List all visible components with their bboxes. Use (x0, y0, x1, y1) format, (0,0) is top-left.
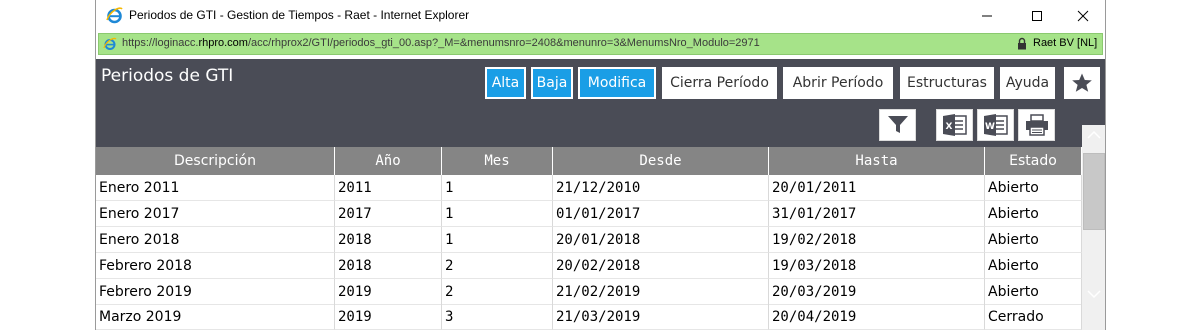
lock-icon (1018, 37, 1026, 50)
baja-button[interactable]: Baja (531, 67, 573, 99)
ayuda-button[interactable]: Ayuda (1000, 67, 1055, 99)
cierra-periodo-button[interactable]: Cierra Período (662, 67, 777, 99)
cell-mes: 2 (442, 253, 553, 279)
cell-desde: 21/03/2019 (553, 304, 769, 330)
cell-estado: Abierto (985, 175, 1082, 201)
cell-descripcion: Enero 2018 (96, 227, 335, 253)
cell-hasta: 31/01/2017 (769, 201, 985, 227)
cell-ano: 2018 (335, 253, 442, 279)
filter-button[interactable] (879, 109, 916, 141)
table-row[interactable]: Enero 2018 2018 1 20/01/2018 19/02/2018 … (96, 227, 1082, 253)
table-row[interactable]: Marzo 2019 2019 3 21/03/2019 20/04/2019 … (96, 304, 1082, 330)
certificate-label[interactable]: Raet BV [NL] (1033, 37, 1097, 49)
cell-descripcion: Enero 2017 (96, 201, 335, 227)
filter-icon (887, 116, 908, 133)
cell-mes: 1 (442, 201, 553, 227)
browser-window: Periodos de GTI - Gestion de Tiempos - R… (95, 0, 1106, 330)
word-export-button[interactable]: W (977, 109, 1014, 141)
url-path: /acc/rhprox2/GTI/periodos_gti_00.asp?_M=… (247, 37, 760, 49)
table-row[interactable]: Febrero 2018 2018 2 20/02/2018 19/03/201… (96, 253, 1082, 279)
cell-hasta: 20/03/2019 (769, 279, 985, 305)
cell-estado: Abierto (985, 227, 1082, 253)
url-domain: rhpro.com (198, 37, 248, 49)
column-header-ano[interactable]: Año (335, 147, 442, 175)
cell-mes: 3 (442, 304, 553, 330)
close-icon (1077, 10, 1089, 21)
alta-button[interactable]: Alta (485, 67, 526, 99)
cell-hasta: 19/03/2018 (769, 253, 985, 279)
cell-estado: Abierto (985, 253, 1082, 279)
cell-ano: 2019 (335, 304, 442, 330)
cell-ano: 2019 (335, 279, 442, 305)
cell-hasta: 19/02/2018 (769, 227, 985, 253)
cell-descripcion: Febrero 2018 (96, 253, 335, 279)
word-export-icon: W (983, 114, 1008, 136)
page-title: Periodos de GTI (101, 66, 234, 86)
cell-mes: 2 (442, 279, 553, 305)
address-bar[interactable]: https://loginacc.rhpro.com/acc/rhprox2/G… (98, 33, 1103, 55)
cell-estado: Abierto (985, 201, 1082, 227)
column-header-descripcion[interactable]: Descripción (96, 147, 335, 175)
modifica-button[interactable]: Modifica (578, 67, 656, 99)
cell-mes: 1 (442, 175, 553, 201)
table-row[interactable]: Enero 2011 2011 1 21/12/2010 20/01/2011 … (96, 175, 1082, 201)
estructuras-button[interactable]: Estructuras (900, 67, 994, 99)
maximize-icon (1032, 10, 1042, 21)
excel-export-icon: X (942, 114, 967, 136)
cell-desde: 20/02/2018 (553, 253, 769, 279)
cell-ano: 2018 (335, 227, 442, 253)
cell-desde: 20/01/2018 (553, 227, 769, 253)
svg-text:X: X (945, 122, 952, 132)
cell-ano: 2011 (335, 175, 442, 201)
cell-estado: Cerrado (985, 304, 1082, 330)
table-header: Descripción Año Mes Desde Hasta Estado (96, 147, 1082, 175)
internet-explorer-icon (106, 7, 123, 24)
column-header-mes[interactable]: Mes (442, 147, 553, 175)
star-icon (1072, 73, 1092, 92)
chevron-up-icon[interactable] (1086, 129, 1102, 141)
cell-desde: 01/01/2017 (553, 201, 769, 227)
vertical-scrollbar[interactable] (1082, 125, 1105, 330)
print-icon (1025, 114, 1048, 136)
column-header-estado[interactable]: Estado (985, 147, 1082, 175)
cell-hasta: 20/04/2019 (769, 304, 985, 330)
cell-estado: Abierto (985, 279, 1082, 305)
table-row[interactable]: Febrero 2019 2019 2 21/02/2019 20/03/201… (96, 279, 1082, 305)
window-title: Periodos de GTI - Gestion de Tiempos - R… (129, 8, 470, 22)
scrollbar-thumb[interactable] (1083, 153, 1105, 230)
print-button[interactable] (1018, 109, 1055, 141)
table-row[interactable]: Enero 2017 2017 1 01/01/2017 31/01/2017 … (96, 201, 1082, 227)
cell-descripcion: Febrero 2019 (96, 279, 335, 305)
maximize-button[interactable] (1014, 0, 1060, 31)
cell-mes: 1 (442, 227, 553, 253)
cell-hasta: 20/01/2011 (769, 175, 985, 201)
url-prefix: https://loginacc. (122, 37, 199, 49)
url-text: https://loginacc.rhpro.com/acc/rhprox2/G… (122, 37, 760, 49)
excel-export-button[interactable]: X (936, 109, 973, 141)
page-icon (103, 37, 117, 50)
favorite-button[interactable] (1064, 67, 1100, 99)
abrir-periodo-button[interactable]: Abrir Período (783, 67, 893, 99)
column-header-desde[interactable]: Desde (553, 147, 769, 175)
chevron-down-icon[interactable] (1086, 288, 1102, 300)
cell-ano: 2017 (335, 201, 442, 227)
column-header-hasta[interactable]: Hasta (769, 147, 985, 175)
minimize-button[interactable] (964, 0, 1010, 31)
svg-text:W: W (985, 122, 995, 132)
cell-desde: 21/02/2019 (553, 279, 769, 305)
cell-descripcion: Enero 2011 (96, 175, 335, 201)
title-bar: Periodos de GTI - Gestion de Tiempos - R… (96, 0, 1105, 31)
cell-descripcion: Marzo 2019 (96, 304, 335, 330)
minimize-icon (982, 15, 992, 16)
close-button[interactable] (1060, 0, 1105, 31)
cell-desde: 21/12/2010 (553, 175, 769, 201)
